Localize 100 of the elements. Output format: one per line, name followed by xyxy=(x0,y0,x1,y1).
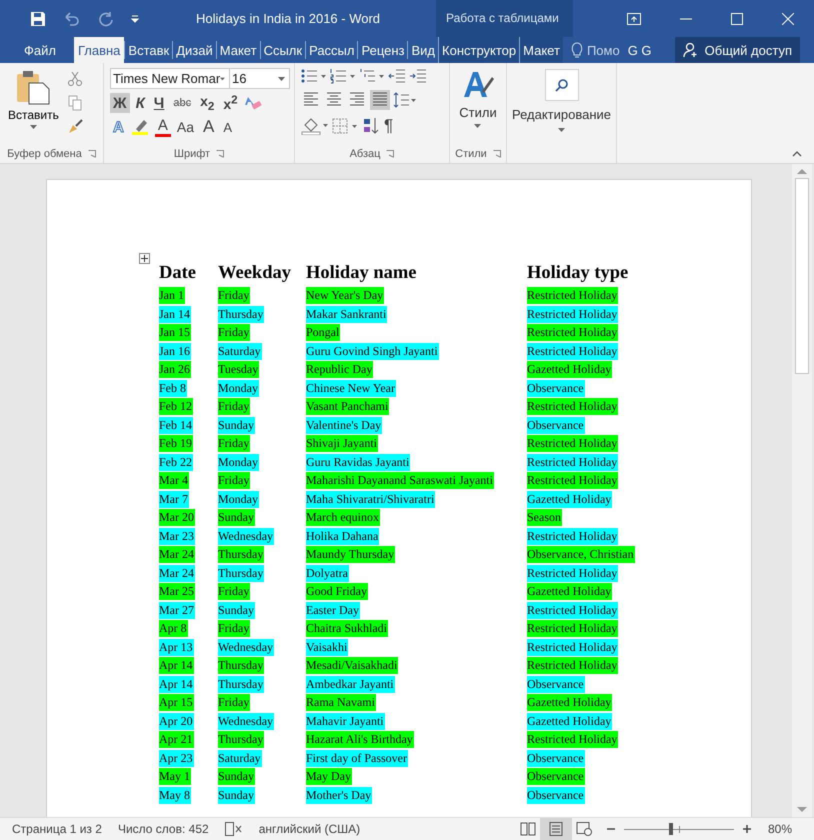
paste-button[interactable]: Вставить xyxy=(8,69,59,145)
table-cell: Sunday xyxy=(218,602,255,618)
decrease-indent-icon[interactable] xyxy=(388,68,406,84)
table-cell: First day of Passover xyxy=(306,750,408,766)
ribbon-tab[interactable]: Ссылк xyxy=(260,41,306,59)
ribbon-tab[interactable]: Макет xyxy=(519,37,563,63)
justify-button[interactable] xyxy=(370,90,390,110)
table-cell: Thursday xyxy=(218,657,264,674)
show-marks-button[interactable]: ¶ xyxy=(384,116,394,136)
italic-button[interactable]: К xyxy=(132,93,148,113)
scissors-icon[interactable] xyxy=(66,71,83,87)
table-cell: Chaitra Sukhladi xyxy=(306,620,388,637)
table-cell: Gazetted Holiday xyxy=(527,694,612,711)
column-header: Date xyxy=(159,263,196,283)
collapse-ribbon-icon[interactable] xyxy=(792,151,802,157)
zoom-level[interactable]: 80% xyxy=(768,822,792,836)
table-cell: Mother's Day xyxy=(306,786,372,804)
paint-bucket-icon[interactable] xyxy=(301,117,329,135)
caret-icon xyxy=(220,76,225,80)
ribbon-tab[interactable]: Макет xyxy=(216,41,260,59)
ribbon-tab[interactable]: Рассыл xyxy=(305,41,358,59)
column-header: Holiday type xyxy=(527,263,628,283)
page-count[interactable]: Страница 1 из 2 xyxy=(12,822,102,836)
styles-button[interactable]: Стили xyxy=(455,69,501,145)
customize-caret-icon[interactable] xyxy=(130,14,140,24)
ribbon-tab[interactable]: Дизай xyxy=(172,41,216,59)
table-cell: Restricted Holiday xyxy=(527,638,618,656)
eraser-icon[interactable] xyxy=(244,95,262,111)
table-cell: Mar 20 xyxy=(159,509,195,526)
ribbon-tab[interactable]: Вставк xyxy=(124,41,172,59)
table-cell: Gazetted Holiday xyxy=(527,712,612,730)
zoom-slider[interactable] xyxy=(624,822,734,836)
language-label[interactable]: английский (США) xyxy=(258,822,360,836)
save-icon[interactable] xyxy=(30,10,46,26)
table-cell: Restricted Holiday xyxy=(527,342,618,360)
word-count[interactable]: Число слов: 452 xyxy=(118,822,209,836)
table-cell: Mesadi/Vaisakhadi xyxy=(306,657,398,674)
ribbon-tab[interactable]: Реценз xyxy=(357,41,408,59)
bold-button[interactable]: Ж xyxy=(110,93,130,113)
table-move-handle-icon[interactable] xyxy=(139,253,150,264)
ribbon-tab[interactable]: Файл xyxy=(10,37,74,63)
ribbon-display-icon[interactable] xyxy=(627,12,641,24)
dialog-launcher-icon[interactable] xyxy=(216,150,224,158)
line-spacing-icon[interactable] xyxy=(393,92,417,108)
user-name[interactable]: G G xyxy=(628,37,652,63)
caret-icon xyxy=(30,125,37,129)
table-cell: Observance xyxy=(527,676,585,692)
table-cell: Feb 12 xyxy=(159,398,193,415)
table-cell: Guru Ravidas Jayanti xyxy=(306,454,410,470)
format-painter-icon[interactable] xyxy=(66,119,83,135)
table-cell: Restricted Holiday xyxy=(527,398,618,415)
table-cell: Mar 4 xyxy=(159,472,189,489)
grow-font-button[interactable]: A xyxy=(200,117,218,137)
table-cell: Good Friday xyxy=(306,583,368,600)
underline-button[interactable]: Ч xyxy=(150,93,168,113)
group-label: Абзац xyxy=(350,148,380,160)
sort-icon[interactable] xyxy=(363,117,381,135)
table-cell: Mar 24 xyxy=(159,564,195,582)
table-cell: May Day xyxy=(306,768,352,785)
font-size-field[interactable]: 16 xyxy=(229,68,290,89)
zoom-slider-thumb[interactable] xyxy=(669,823,674,835)
shrink-font-button[interactable]: A xyxy=(220,120,235,134)
proofing-icon[interactable] xyxy=(224,822,243,836)
open-book-icon xyxy=(520,822,536,836)
close-icon[interactable] xyxy=(782,12,794,24)
table-cell: Friday xyxy=(218,583,250,600)
zoom-in-icon[interactable] xyxy=(742,824,752,834)
table-cell: Mahavir Jayanti xyxy=(306,712,385,730)
multilevel-list-icon[interactable] xyxy=(359,68,385,84)
font-name-field[interactable]: Times New Romar xyxy=(110,68,230,89)
ribbon-tab[interactable]: Главна xyxy=(74,37,124,63)
redo-icon[interactable] xyxy=(98,10,114,26)
table-cell: Easter Day xyxy=(306,602,360,618)
sub-button[interactable]: x$_{2}$ xyxy=(197,93,218,113)
font-color-button[interactable]: A xyxy=(154,118,171,136)
table-cell: Gazetted Holiday xyxy=(527,583,612,600)
bullets-icon[interactable] xyxy=(301,68,327,84)
table-cell: Republic Day xyxy=(306,361,374,378)
sup-button[interactable]: x$^{2}$ xyxy=(220,93,241,113)
change-case-button[interactable]: Aa xyxy=(174,119,197,135)
table-cell: Observance xyxy=(527,750,585,766)
table-cell: New Year's Day xyxy=(306,287,384,304)
dialog-launcher-icon[interactable] xyxy=(88,150,96,158)
page-icon xyxy=(548,822,564,836)
dialog-launcher-icon[interactable] xyxy=(492,150,501,158)
increase-indent-icon[interactable] xyxy=(409,68,427,84)
tell-me-field[interactable]: Помо xyxy=(586,42,620,58)
dialog-launcher-icon[interactable] xyxy=(386,150,394,158)
lightbulb-icon[interactable] xyxy=(570,42,583,58)
scrollbar-thumb[interactable] xyxy=(795,178,809,374)
table-cell: Apr 20 xyxy=(159,712,194,730)
numbering-icon[interactable] xyxy=(330,68,356,84)
table-cell: Maharishi Dayanand Saraswati Jayanti xyxy=(306,472,494,489)
ribbon-tab[interactable]: Конструктор xyxy=(438,37,520,63)
maximize-icon[interactable] xyxy=(731,12,743,24)
editing-button[interactable]: Редактирование xyxy=(508,69,616,163)
print-layout-button[interactable] xyxy=(540,818,572,840)
table-cell: Thursday xyxy=(218,306,264,322)
share-button[interactable]: Общий доступ xyxy=(674,37,800,63)
table-cell: Observance xyxy=(527,768,585,785)
